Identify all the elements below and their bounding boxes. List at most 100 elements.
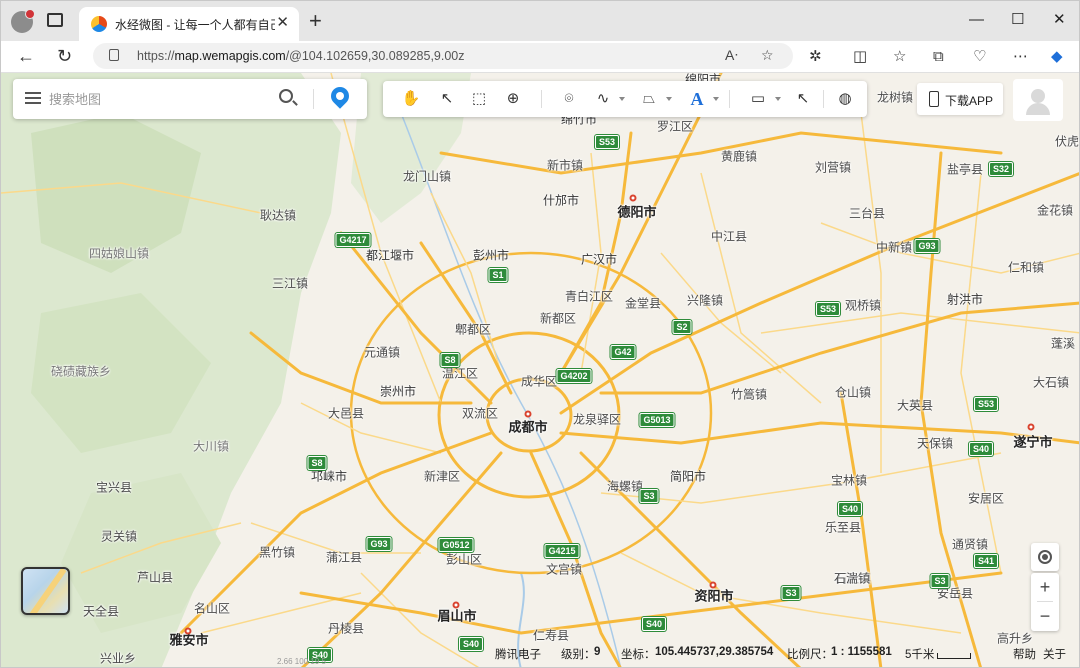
place-label[interactable]: 仓山镇 [835,384,871,401]
place-label[interactable]: 天保镇 [917,435,953,452]
locate-me-button[interactable] [1031,543,1059,571]
chevron-down-icon[interactable] [713,97,719,101]
place-label[interactable]: 大英县 [897,397,933,414]
place-label[interactable]: 名山区 [194,600,230,617]
place-label[interactable]: 兴业乡 [100,650,136,667]
favorite-star-icon[interactable]: ☆ [761,47,774,64]
place-label[interactable]: 刘营镇 [815,159,851,176]
place-label[interactable]: 广汉市 [581,251,617,268]
place-label[interactable]: 灵关镇 [101,528,137,545]
select-pointer-icon[interactable]: ↖ [437,89,457,109]
place-label[interactable]: 成都市 [508,417,547,436]
place-label[interactable]: 安居区 [968,490,1004,507]
about-link[interactable]: 关于 [1043,646,1066,662]
user-avatar[interactable] [1013,79,1063,121]
place-label[interactable]: 天全县 [83,603,119,620]
help-link[interactable]: 帮助 [1013,646,1036,662]
place-label[interactable]: 彭州市 [473,247,509,264]
suining-city-marker-icon[interactable] [1027,423,1035,431]
place-label[interactable]: 宝林镇 [831,472,867,489]
point-marker-icon[interactable]: ⌾ [559,89,579,109]
minimize-button[interactable]: — [969,10,984,30]
place-label[interactable]: 彭山区 [446,551,482,568]
location-pin-icon[interactable] [327,83,353,109]
place-label[interactable]: 耿达镇 [260,207,296,224]
yaan-city-marker-icon[interactable] [184,627,192,635]
tab-close-icon[interactable]: ✕ [276,14,289,32]
pan-hand-icon[interactable]: ✋ [401,89,421,109]
maximize-button[interactable]: ☐ [1011,10,1024,30]
box-select-icon[interactable]: ⬚ [469,89,489,109]
place-label[interactable]: 元通镇 [364,344,400,361]
browser-essentials-icon[interactable]: ♡ [973,47,986,67]
browser-tab[interactable]: 水经微图 - 让每一个人都有自己的 ✕ [79,7,299,41]
place-label[interactable]: 大邑县 [328,405,364,422]
place-label[interactable]: 遂宁市 [1013,432,1052,451]
place-label[interactable]: 崇州市 [380,383,416,400]
tab-actions-icon[interactable] [47,13,63,27]
place-label[interactable]: 高升乡 [997,630,1033,647]
place-label[interactable]: 新津区 [424,468,460,485]
place-label[interactable]: 黑竹镇 [259,544,295,561]
text-icon[interactable]: A [687,89,707,109]
address-bar[interactable]: https://map.wemapgis.com/@104.102659,30.… [93,43,793,69]
place-label[interactable]: 新都区 [540,310,576,327]
place-label[interactable]: 新市镇 [547,157,583,174]
more-icon[interactable]: ⋯ [1013,47,1028,67]
place-label[interactable]: 蓬溪 [1051,335,1075,352]
place-label[interactable]: 通贤镇 [952,536,988,553]
place-label[interactable]: 大石镇 [1033,374,1069,391]
zoom-box-icon[interactable]: ⊕ [503,89,523,109]
place-label[interactable]: 郫都区 [455,321,491,338]
place-label[interactable]: 丹棱县 [328,620,364,637]
place-label[interactable]: 龙泉驿区 [573,411,621,428]
reload-button[interactable]: ↻ [57,44,72,68]
place-label[interactable]: 乐至县 [825,519,861,536]
place-label[interactable]: 三江镇 [272,275,308,292]
place-label[interactable]: 仁寿县 [533,627,569,644]
place-label[interactable]: 龙树镇 [877,89,913,106]
identify-pointer-icon[interactable]: ↖ [793,89,813,109]
close-window-button[interactable]: ✕ [1053,10,1066,30]
place-label[interactable]: 兴隆镇 [687,292,723,309]
place-label[interactable]: 伏虎 [1055,133,1079,150]
place-label[interactable]: 观桥镇 [845,297,881,314]
place-label[interactable]: 芦山县 [137,569,173,586]
measure-ruler-icon[interactable]: ▭ [745,89,771,109]
new-tab-button[interactable]: + [309,9,322,33]
place-label[interactable]: 青白江区 [565,288,613,305]
meishan-city-marker-icon[interactable] [452,601,460,609]
place-label[interactable]: 海螺镇 [607,478,643,495]
chevron-down-icon[interactable] [666,97,672,101]
profile-avatar-icon[interactable] [11,9,35,33]
place-label[interactable]: 文宫镇 [546,561,582,578]
menu-icon[interactable] [25,92,41,94]
place-label[interactable]: 大川镇 [193,438,229,455]
place-label[interactable]: 龙门山镇 [403,168,451,185]
place-label[interactable]: 德阳市 [617,202,656,221]
place-label[interactable]: 硗碛藏族乡 [51,363,111,380]
place-label[interactable]: 金花镇 [1037,202,1073,219]
chevron-down-icon[interactable] [775,97,781,101]
place-label[interactable]: 双流区 [462,405,498,422]
place-label[interactable]: 四姑娘山镇 [89,245,149,262]
url-text[interactable]: https://map.wemapgis.com/@104.102659,30.… [137,49,465,63]
search-icon[interactable] [279,89,293,103]
place-label[interactable]: 三台县 [849,205,885,222]
place-label[interactable]: 罗江区 [657,118,693,135]
place-label[interactable]: 邛崃市 [311,468,347,485]
polyline-icon[interactable]: ∿ [593,89,613,109]
place-label[interactable]: 宝兴县 [96,479,132,496]
copilot-icon[interactable]: ◆ [1051,47,1063,67]
zoom-out-button[interactable]: − [1031,602,1059,630]
zoom-in-button[interactable]: + [1031,573,1059,601]
chengdu-city-marker-icon[interactable] [524,410,532,418]
place-label[interactable]: 石湍镇 [834,570,870,587]
favorites-icon[interactable]: ☆ [893,47,906,67]
chevron-down-icon[interactable] [619,97,625,101]
place-label[interactable]: 竹篙镇 [731,386,767,403]
globe-icon[interactable]: ◍ [835,89,855,109]
place-label[interactable]: 蒲江县 [326,549,362,566]
place-label[interactable]: 简阳市 [670,468,706,485]
place-label[interactable]: 金堂县 [625,295,661,312]
